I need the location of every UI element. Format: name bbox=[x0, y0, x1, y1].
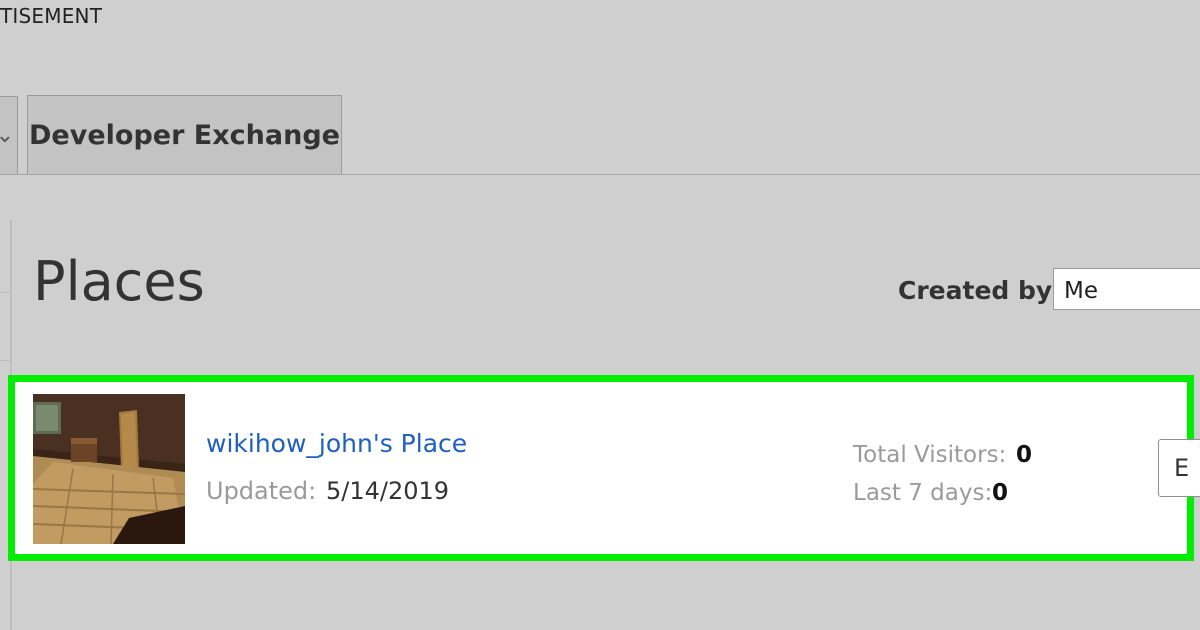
tab-developer-exchange[interactable]: Developer Exchange bbox=[27, 95, 342, 175]
place-thumbnail[interactable] bbox=[33, 394, 185, 544]
place-name-link[interactable]: wikihow_john's Place bbox=[206, 429, 467, 458]
top-banner-label: TISEMENT bbox=[0, 4, 103, 28]
total-visitors-label: Total Visitors: bbox=[853, 442, 1007, 468]
left-nav-divider bbox=[0, 292, 12, 293]
tabs-divider bbox=[0, 174, 1200, 175]
place-card: wikihow_john's Place Updated: 5/14/2019 … bbox=[8, 375, 1200, 561]
chevron-down-icon: ⌄ bbox=[0, 123, 14, 148]
created-by-label: Created by: bbox=[898, 276, 1063, 305]
updated-date: 5/14/2019 bbox=[326, 477, 450, 505]
left-nav-divider bbox=[0, 360, 12, 361]
place-thumbnail-image bbox=[33, 394, 185, 544]
updated-label: Updated: bbox=[206, 477, 317, 505]
tab-previous[interactable]: ⌄ bbox=[0, 96, 18, 174]
edit-button[interactable]: E bbox=[1158, 439, 1200, 497]
page-title: Places bbox=[33, 250, 205, 313]
last-7-days-label: Last 7 days: bbox=[853, 480, 993, 506]
last-7-days-value: 0 bbox=[992, 480, 1009, 506]
created-by-select[interactable]: Me bbox=[1053, 268, 1200, 310]
total-visitors-value: 0 bbox=[1016, 442, 1033, 468]
